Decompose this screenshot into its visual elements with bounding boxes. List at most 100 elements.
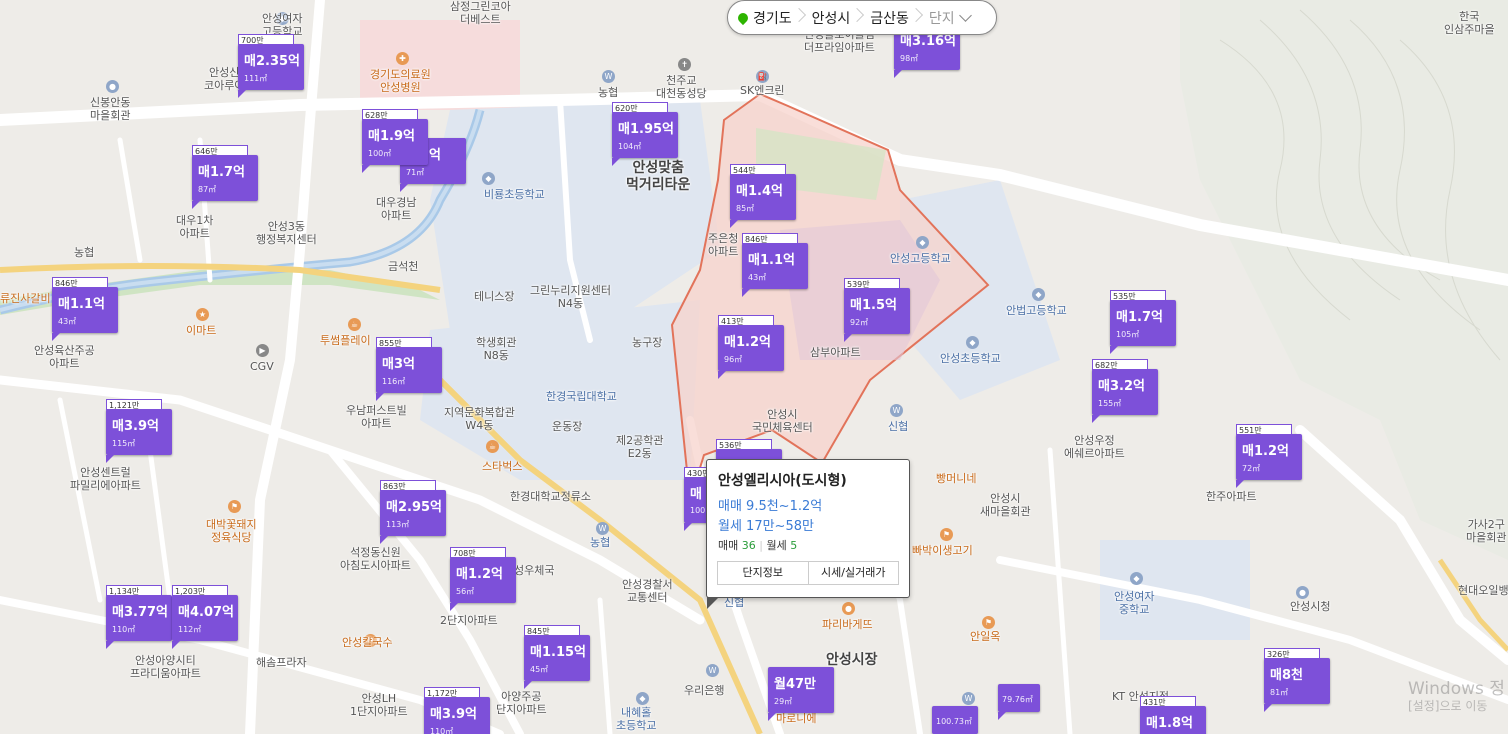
map-label[interactable]: 류진사갈비 <box>0 292 51 305</box>
map-label[interactable]: 안성경찰서 교통센터 <box>622 578 673 604</box>
bank-icon[interactable]: W <box>962 692 975 705</box>
breadcrumb-city[interactable]: 안성시 <box>802 1 861 34</box>
map-label[interactable]: 안성초등학교 <box>940 352 1001 365</box>
map-label[interactable]: 스타벅스 <box>482 460 522 473</box>
map-label[interactable]: 파리바게뜨 <box>822 618 873 631</box>
map-label[interactable]: 투썸플레이 <box>320 334 371 347</box>
map-label[interactable]: 이마트 <box>186 324 216 337</box>
map-label[interactable]: 운동장 <box>552 420 582 433</box>
cafe-icon[interactable]: ☕ <box>486 440 499 453</box>
school-icon[interactable]: ◆ <box>482 172 495 185</box>
map-label[interactable]: 금석천 <box>388 260 418 273</box>
complex-info-button[interactable]: 단지정보 <box>718 562 808 584</box>
map-label[interactable]: 삼정그린코아 더베스트 <box>450 0 511 26</box>
map-label[interactable]: 테니스장 <box>474 290 514 303</box>
price-marker[interactable]: 846만 매1.1억 43㎡ <box>742 233 808 297</box>
restaurant-icon[interactable]: ⚑ <box>982 616 995 629</box>
price-marker[interactable]: 1,203만 매4.07억 112㎡ <box>172 585 238 649</box>
complex-info-popup[interactable]: 안성엘리시아(도시형) 매매 9.5천~1.2억 월세 17만~58만 매매 3… <box>706 459 910 609</box>
price-marker[interactable]: 682만 매3.2억 155㎡ <box>1092 359 1158 423</box>
hospital-icon[interactable]: ✚ <box>396 52 409 65</box>
map-label[interactable]: 안성고등학교 <box>890 252 951 265</box>
map-label[interactable]: 마로니에 <box>776 712 816 725</box>
map-label[interactable]: 비룡초등학교 <box>484 188 545 201</box>
map-label[interactable]: 제2공학관 E2동 <box>616 434 663 460</box>
map-label[interactable]: 학생회관 N8동 <box>476 336 516 362</box>
map-label[interactable]: 한경대학교정류소 <box>510 490 591 503</box>
school-icon[interactable]: ◆ <box>966 336 979 349</box>
price-marker[interactable]: 708만 매1.2억 56㎡ <box>450 547 516 611</box>
map-label[interactable]: 내혜홀 초등학교 <box>616 706 656 732</box>
map-label[interactable]: 농협 <box>74 246 94 259</box>
map-label[interactable]: 농협 <box>598 86 618 99</box>
bank-icon[interactable]: W <box>602 70 615 83</box>
bank-icon[interactable]: W <box>596 522 609 535</box>
price-marker[interactable]: 700만 매2.35억 111㎡ <box>238 34 304 98</box>
map-label[interactable]: 안성3동 행정복지센터 <box>256 220 317 246</box>
school-icon[interactable]: ◆ <box>636 692 649 705</box>
map-label[interactable]: 주은청 아파트 <box>708 232 738 258</box>
price-marker[interactable]: 413만 매1.2억 96㎡ <box>718 315 784 379</box>
map-label[interactable]: 안성센트럴 파밀리에아파트 <box>70 466 141 492</box>
price-marker[interactable]: 326만 매8천 81㎡ <box>1264 648 1330 712</box>
church-icon[interactable]: ✝ <box>678 58 691 71</box>
price-marker[interactable]: 1,172만 매3.9억 110㎡ <box>424 687 490 734</box>
map-label[interactable]: 안성여자 중학교 <box>1114 590 1154 616</box>
map-label[interactable]: 안성아양시티 프라디움아파트 <box>130 654 201 680</box>
map-label[interactable]: 안성LH 1단지아파트 <box>350 692 408 718</box>
price-marker[interactable]: 431만 매1.8억 <box>1140 696 1206 734</box>
bank-icon[interactable]: W <box>706 664 719 677</box>
school-icon[interactable]: ◆ <box>1130 572 1143 585</box>
price-marker[interactable]: 1,134만 매3.77억 110㎡ <box>106 585 172 649</box>
shopping-icon[interactable]: ★ <box>196 308 209 321</box>
map-label[interactable]: 대우경남 아파트 <box>376 196 416 222</box>
building-icon[interactable]: ● <box>106 80 119 93</box>
map-label[interactable]: 농구장 <box>632 336 662 349</box>
map-label[interactable]: 한경국립대학교 <box>546 390 617 403</box>
restaurant-icon[interactable]: ⚑ <box>228 500 241 513</box>
price-history-button[interactable]: 시세/실거래가 <box>807 562 899 584</box>
map-label[interactable]: 아양주공 단지아파트 <box>496 690 547 716</box>
bakery-icon[interactable]: ● <box>842 602 855 615</box>
map-label[interactable]: 안성우정 에쉐르아파트 <box>1064 434 1125 460</box>
map-label[interactable]: 2단지아파트 <box>440 614 498 627</box>
map-canvas[interactable]: ◆ ● ✚ W ✝ ⛽ ◆ ★ ▶ ☕ ◆ ◆ ◆ W ☕ ⚑ W ⚑ ● ⚑ … <box>0 0 1508 734</box>
breadcrumb-province[interactable]: 경기도 <box>728 1 802 34</box>
map-label[interactable]: 안성시청 <box>1290 600 1330 613</box>
price-marker[interactable]: 551만 매1.2억 72㎡ <box>1236 424 1302 488</box>
map-label[interactable]: 안성맞춤 먹거리타운 <box>626 160 690 194</box>
map-label[interactable]: 안일옥 <box>970 630 1000 643</box>
map-label[interactable]: 현대오일뱅 <box>1458 584 1508 597</box>
map-label[interactable]: 빠박이생고기 <box>912 544 973 557</box>
price-marker[interactable]: 845만 매1.15억 45㎡ <box>524 625 590 689</box>
price-marker[interactable]: 646만 매1.7억 87㎡ <box>192 145 258 209</box>
map-label[interactable]: 가사2구 마을회관 <box>1466 518 1506 544</box>
map-label[interactable]: 안법고등학교 <box>1006 304 1067 317</box>
map-label[interactable]: 지역문화복합관 W4동 <box>444 406 515 432</box>
price-marker[interactable]: 535만 매1.7억 105㎡ <box>1110 290 1176 354</box>
map-label[interactable]: 농협 <box>590 536 610 549</box>
map-label[interactable]: 석정동신원 아침도시아파트 <box>340 546 411 572</box>
map-label[interactable]: 우리은행 <box>684 684 724 697</box>
price-marker[interactable]: 1,121만 매3.9억 115㎡ <box>106 399 172 463</box>
city-hall-icon[interactable]: ● <box>1296 586 1309 599</box>
map-label[interactable]: 한주아파트 <box>1206 490 1257 503</box>
map-label[interactable]: 안성시 새마을회관 <box>980 492 1031 518</box>
map-label[interactable]: 신봉안동 마을회관 <box>90 96 130 122</box>
map-label[interactable]: 천주교 대천동성당 <box>656 74 707 100</box>
school-icon[interactable]: ◆ <box>1032 288 1045 301</box>
map-label[interactable]: 그린누리지원센터 N4동 <box>530 284 611 310</box>
map-label[interactable]: 신협 <box>888 420 908 433</box>
map-label[interactable]: 안성칼국수 <box>342 636 393 649</box>
map-label[interactable]: 성우체국 <box>514 564 554 577</box>
map-label[interactable]: 삼부아파트 <box>810 346 861 359</box>
price-marker[interactable]: 79.76㎡ <box>998 684 1040 720</box>
restaurant-icon[interactable]: ⚑ <box>940 528 953 541</box>
map-label[interactable]: 빵머니네 <box>936 472 976 485</box>
map-label[interactable]: 우남퍼스트빌 아파트 <box>346 404 407 430</box>
price-marker[interactable]: 620만 매1.95억 104㎡ <box>612 102 678 166</box>
map-label[interactable]: 안성시장 <box>826 652 878 669</box>
price-marker[interactable]: 628만 매1.9억 100㎡ <box>362 109 428 173</box>
map-label[interactable]: 해솜프라자 <box>256 656 307 669</box>
price-marker[interactable]: 544만 매1.4억 85㎡ <box>730 164 796 228</box>
